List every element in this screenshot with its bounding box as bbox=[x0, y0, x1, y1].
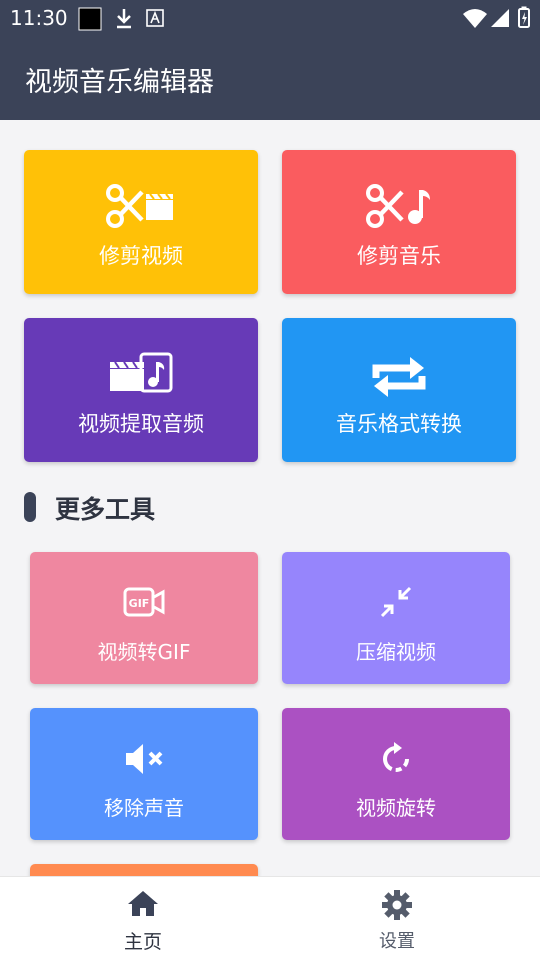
repeat-convert-icon bbox=[372, 357, 426, 397]
home-icon bbox=[128, 891, 158, 916]
app-title: 视频音乐编辑器 bbox=[25, 67, 214, 98]
download-icon bbox=[117, 9, 131, 29]
section-marker bbox=[24, 492, 36, 522]
video-extract-audio-icon bbox=[110, 352, 173, 393]
app-notification-icon bbox=[78, 7, 102, 31]
compress-icon bbox=[380, 586, 412, 618]
audio-convert-card[interactable]: 音乐格式转换 bbox=[282, 318, 516, 462]
scissors-music-icon bbox=[366, 184, 430, 228]
remove-sound-label: 移除声音 bbox=[104, 796, 184, 820]
trim-video-label: 修剪视频 bbox=[99, 244, 183, 268]
video-to-gif-card[interactable]: GIF 视频转GIF bbox=[30, 552, 258, 684]
video-to-gif-label: 视频转GIF bbox=[97, 640, 191, 664]
trim-video-card[interactable]: 修剪视频 bbox=[24, 150, 258, 294]
bottom-navigation: 主页 设置 bbox=[0, 876, 540, 961]
trim-music-card[interactable]: 修剪音乐 bbox=[282, 150, 516, 294]
font-icon bbox=[146, 9, 164, 27]
nav-settings-label: 设置 bbox=[379, 931, 415, 952]
nav-settings[interactable]: 设置 bbox=[262, 877, 532, 961]
extract-audio-card[interactable]: 视频提取音频 bbox=[24, 318, 258, 462]
extract-audio-label: 视频提取音频 bbox=[78, 412, 204, 436]
mute-icon bbox=[126, 744, 163, 774]
remove-sound-card[interactable]: 移除声音 bbox=[30, 708, 258, 840]
rotate-icon bbox=[383, 742, 409, 772]
trim-music-label: 修剪音乐 bbox=[357, 244, 441, 268]
status-bar: 11:30 bbox=[0, 0, 540, 36]
scissors-video-icon bbox=[106, 184, 173, 228]
svg-text:GIF: GIF bbox=[129, 597, 150, 610]
gear-icon bbox=[382, 890, 412, 920]
wifi-icon bbox=[463, 9, 487, 28]
nav-home[interactable]: 主页 bbox=[8, 877, 278, 961]
compress-video-label: 压缩视频 bbox=[356, 640, 436, 664]
rotate-video-card[interactable]: 视频旋转 bbox=[282, 708, 510, 840]
cellular-signal-icon bbox=[491, 9, 509, 27]
nav-home-label: 主页 bbox=[123, 931, 162, 953]
audio-convert-label: 音乐格式转换 bbox=[336, 412, 462, 436]
rotate-video-label: 视频旋转 bbox=[356, 796, 436, 820]
gif-icon: GIF bbox=[123, 587, 165, 617]
status-time: 11:30 bbox=[10, 6, 68, 30]
more-tools-title: 更多工具 bbox=[55, 495, 156, 524]
battery-icon bbox=[518, 6, 530, 28]
compress-video-card[interactable]: 压缩视频 bbox=[282, 552, 510, 684]
app-bar: 视频音乐编辑器 bbox=[0, 36, 540, 120]
